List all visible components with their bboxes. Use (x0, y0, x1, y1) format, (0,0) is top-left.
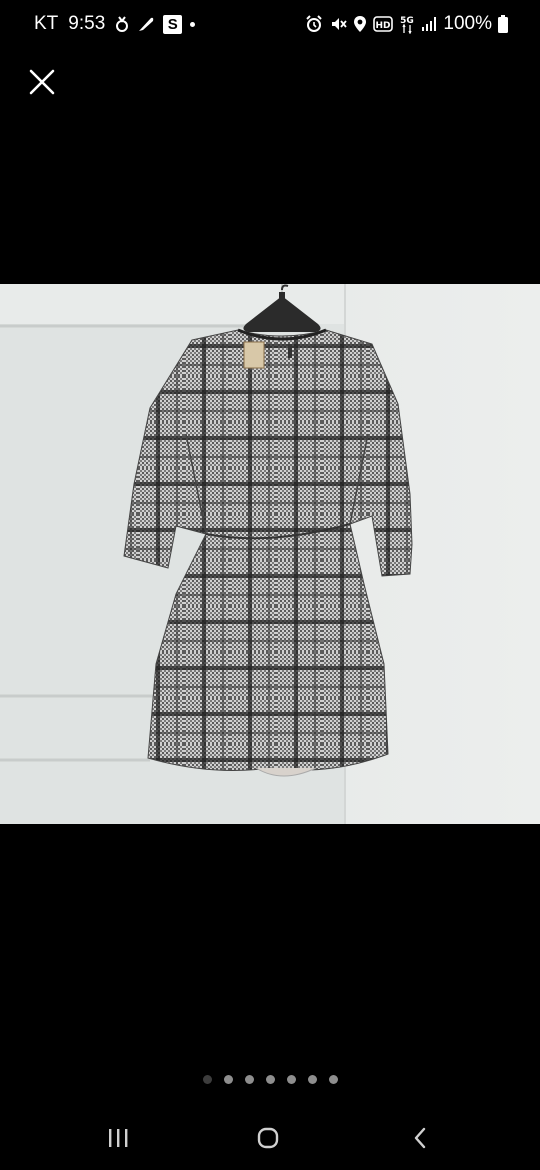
network-5g-icon: 5G (399, 14, 415, 34)
close-button[interactable] (22, 62, 62, 102)
pager-dot[interactable] (265, 1075, 275, 1084)
status-bar: KT 9:53 S HD 5G 100% (0, 0, 540, 52)
clock: 9:53 (68, 13, 106, 34)
battery-percent: 100% (443, 13, 492, 34)
image-pager (0, 1075, 540, 1087)
dress-image (0, 284, 540, 824)
notification-app-icon (115, 15, 129, 33)
recents-icon (109, 1129, 128, 1147)
alarm-icon (305, 15, 323, 33)
home-button[interactable] (238, 1116, 298, 1160)
home-icon (257, 1127, 279, 1149)
pager-dot[interactable] (307, 1075, 317, 1084)
pager-dot[interactable] (328, 1075, 338, 1084)
product-photo[interactable] (0, 284, 540, 824)
pager-dot[interactable] (244, 1075, 254, 1084)
status-bar-right: HD 5G 100% (299, 13, 508, 35)
more-notifications-dot-icon (190, 21, 196, 27)
recents-button[interactable] (88, 1116, 148, 1160)
hd-voice-icon: HD (373, 16, 394, 32)
network-label: 5G (401, 16, 415, 26)
pager-dot[interactable] (223, 1075, 233, 1084)
signal-icon (421, 16, 437, 32)
location-icon (353, 15, 367, 33)
notification-s-icon: S (163, 14, 183, 34)
pager-dot[interactable] (286, 1075, 296, 1084)
hd-label: HD (376, 21, 391, 31)
status-bar-left: KT 9:53 S (34, 13, 203, 35)
back-icon (414, 1127, 426, 1149)
carrier-label: KT (34, 13, 59, 34)
notification-feather-icon (137, 15, 155, 33)
back-button[interactable] (390, 1116, 450, 1160)
close-icon (29, 69, 55, 95)
mute-icon (329, 15, 348, 33)
system-navigation-bar (0, 1106, 540, 1170)
battery-icon (498, 15, 508, 33)
pager-dot[interactable] (202, 1075, 212, 1084)
